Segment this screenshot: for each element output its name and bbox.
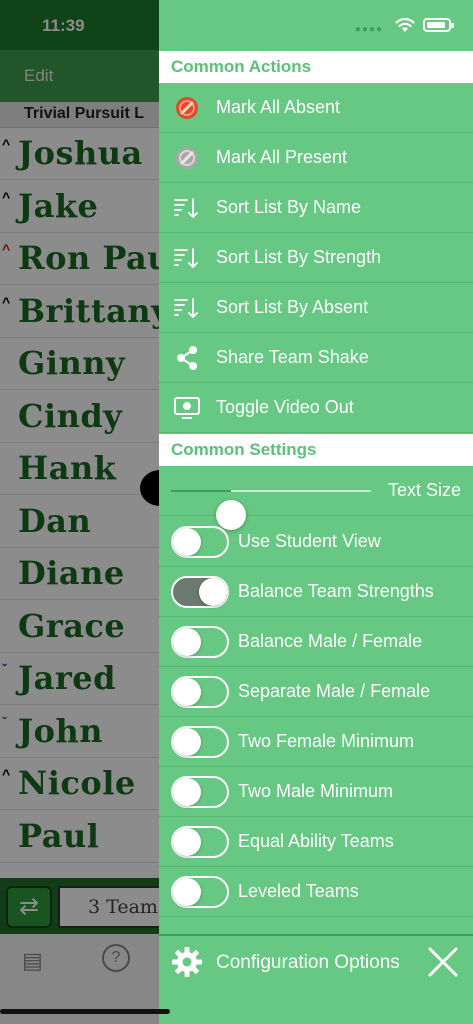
two-female-minimum-row: Two Female Minimum <box>159 717 473 767</box>
text-size-slider[interactable] <box>171 490 371 530</box>
drawer-status-bar: ●●●● <box>159 0 473 52</box>
setting-label: Equal Ability Teams <box>238 831 394 851</box>
action-label: Sort List By Absent <box>216 297 369 317</box>
gear-icon <box>172 947 202 977</box>
setting-label: Separate Male / Female <box>238 681 431 701</box>
configuration-options-label: Configuration Options <box>216 952 400 973</box>
balance-team-strengths-toggle[interactable] <box>171 576 229 608</box>
action-label: Mark All Present <box>216 147 348 167</box>
present-icon <box>173 144 201 172</box>
balance-male-female-toggle[interactable] <box>171 626 229 658</box>
dim-overlay[interactable] <box>0 0 160 1024</box>
action-label: Sort List By Name <box>216 197 362 217</box>
options-drawer: ●●●● Common Actions Mark All Absent Mark … <box>159 0 473 1024</box>
two-male-minimum-row: Two Male Minimum <box>159 767 473 817</box>
sort-icon <box>173 294 201 322</box>
common-actions-header: Common Actions <box>159 51 473 83</box>
share-team-shake-button[interactable]: Share Team Shake <box>159 333 473 383</box>
equal-ability-teams-row: Equal Ability Teams <box>159 817 473 867</box>
separate-male-female-toggle[interactable] <box>171 676 229 708</box>
setting-label: Two Female Minimum <box>238 731 415 751</box>
action-label: Toggle Video Out <box>216 397 354 417</box>
share-icon <box>173 344 201 372</box>
sort-icon <box>173 244 201 272</box>
common-actions-title: Common Actions <box>171 57 312 76</box>
toggle-video-out-button[interactable]: Toggle Video Out <box>159 383 473 433</box>
action-label: Mark All Absent <box>216 97 341 117</box>
setting-label: Two Male Minimum <box>238 781 394 801</box>
home-indicator <box>0 1009 170 1014</box>
use-student-view-row: Use Student View <box>159 517 473 567</box>
separate-male-female-row: Separate Male / Female <box>159 667 473 717</box>
close-icon[interactable] <box>427 946 459 978</box>
equal-ability-teams-toggle[interactable] <box>171 826 229 858</box>
action-label: Share Team Shake <box>216 347 369 367</box>
balance-team-strengths-row: Balance Team Strengths <box>159 567 473 617</box>
use-student-view-toggle[interactable] <box>171 526 229 558</box>
video-out-icon <box>173 394 201 422</box>
common-settings-title: Common Settings <box>171 440 317 459</box>
text-size-label: Text Size <box>387 480 461 500</box>
wifi-icon <box>395 17 415 32</box>
leveled-teams-toggle[interactable] <box>171 876 229 908</box>
sort-list-by-name-button[interactable]: Sort List By Name <box>159 183 473 233</box>
signal-icon: ●●●● <box>354 24 383 35</box>
mark-all-present-button[interactable]: Mark All Present <box>159 133 473 183</box>
action-label: Sort List By Strength <box>216 247 382 267</box>
sort-list-by-strength-button[interactable]: Sort List By Strength <box>159 233 473 283</box>
absent-icon <box>173 94 201 122</box>
two-female-minimum-toggle[interactable] <box>171 726 229 758</box>
sort-icon <box>173 194 201 222</box>
two-male-minimum-toggle[interactable] <box>171 776 229 808</box>
setting-label: Use Student View <box>238 531 381 551</box>
configuration-options-row[interactable]: Configuration Options <box>159 934 473 1024</box>
setting-label: Balance Team Strengths <box>238 581 434 601</box>
leveled-teams-row: Leveled Teams <box>159 867 473 917</box>
common-settings-header: Common Settings <box>159 434 473 466</box>
mark-all-absent-button[interactable]: Mark All Absent <box>159 83 473 133</box>
battery-icon <box>423 18 454 32</box>
setting-label: Balance Male / Female <box>238 631 423 651</box>
setting-label: Leveled Teams <box>238 881 359 901</box>
balance-male-female-row: Balance Male / Female <box>159 617 473 667</box>
sort-list-by-absent-button[interactable]: Sort List By Absent <box>159 283 473 333</box>
text-size-row: Text Size <box>159 466 473 530</box>
